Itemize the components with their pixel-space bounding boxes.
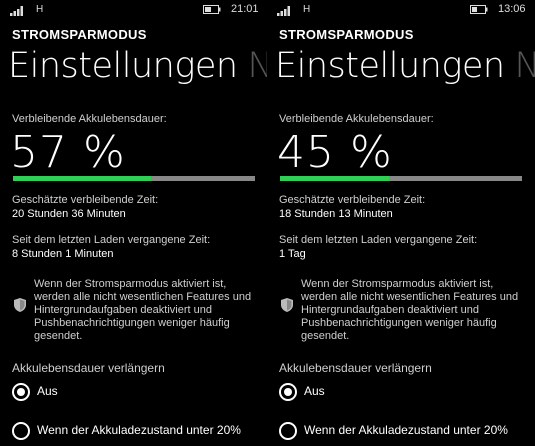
pivot-tab-next[interactable]: Nu	[248, 46, 268, 86]
battery-icon	[203, 5, 221, 14]
status-bar: H 21:01	[0, 0, 268, 22]
status-clock: 13:06	[498, 3, 526, 15]
radio-button-unchecked[interactable]	[12, 422, 30, 440]
estimated-time-value: 18 Stunden 13 Minuten	[279, 208, 393, 220]
pivot-tab-next[interactable]: Nu	[515, 46, 535, 86]
battery-progress-fill	[280, 176, 389, 181]
since-charge-value: 8 Stunden 1 Minuten	[12, 248, 114, 260]
battery-remaining-label: Verbleibende Akkulebensdauer:	[12, 113, 167, 125]
battery-percent: 45 %	[277, 127, 393, 178]
radio-option-label: Aus	[37, 384, 58, 398]
shield-icon	[281, 298, 293, 312]
estimated-time-label: Geschätzte verbleibende Zeit:	[279, 194, 426, 206]
battery-saver-info: Wenn der Stromsparmodus aktiviert ist, w…	[34, 278, 252, 342]
battery-progress-bar	[13, 176, 255, 181]
status-clock: 21:01	[231, 3, 259, 15]
extend-battery-label: Akkulebensdauer verlängern	[279, 361, 432, 375]
since-charge-value: 1 Tag	[279, 248, 306, 260]
network-type-label: H	[303, 4, 311, 15]
section-title: STROMSPARMODUS	[279, 27, 414, 42]
radio-option-label: Wenn der Akkuladezustand unter 20%	[37, 423, 241, 437]
phone-screen-left: H 21:01 STROMSPARMODUS EinstellungenNu V…	[0, 0, 268, 446]
battery-progress-bar	[280, 176, 522, 181]
pivot-tab-einstellungen[interactable]: Einstellungen	[275, 46, 505, 86]
pivot-header: EinstellungenNu	[275, 46, 535, 86]
battery-icon	[470, 5, 488, 14]
battery-saver-info: Wenn der Stromsparmodus aktiviert ist, w…	[301, 278, 519, 342]
status-bar: H 13:06	[267, 0, 535, 22]
radio-option-label: Aus	[304, 384, 325, 398]
signal-strength-icon	[277, 6, 290, 16]
estimated-time-label: Geschätzte verbleibende Zeit:	[12, 194, 159, 206]
shield-icon	[14, 298, 26, 312]
since-charge-label: Seit dem letzten Laden vergangene Zeit:	[12, 234, 211, 246]
pivot-tab-einstellungen[interactable]: Einstellungen	[8, 46, 238, 86]
battery-progress-fill	[13, 176, 151, 181]
radio-button-unchecked[interactable]	[279, 422, 297, 440]
signal-strength-icon	[10, 6, 23, 16]
radio-button-checked[interactable]	[12, 383, 30, 401]
radio-option-label: Wenn der Akkuladezustand unter 20%	[304, 423, 508, 437]
radio-button-checked[interactable]	[279, 383, 297, 401]
network-type-label: H	[36, 4, 44, 15]
battery-remaining-label: Verbleibende Akkulebensdauer:	[279, 113, 434, 125]
battery-percent: 57 %	[10, 127, 126, 178]
pivot-header: EinstellungenNu	[8, 46, 268, 86]
estimated-time-value: 20 Stunden 36 Minuten	[12, 208, 126, 220]
since-charge-label: Seit dem letzten Laden vergangene Zeit:	[279, 234, 478, 246]
extend-battery-label: Akkulebensdauer verlängern	[12, 361, 165, 375]
phone-screen-right: H 13:06 STROMSPARMODUS EinstellungenNu V…	[267, 0, 535, 446]
section-title: STROMSPARMODUS	[12, 27, 147, 42]
